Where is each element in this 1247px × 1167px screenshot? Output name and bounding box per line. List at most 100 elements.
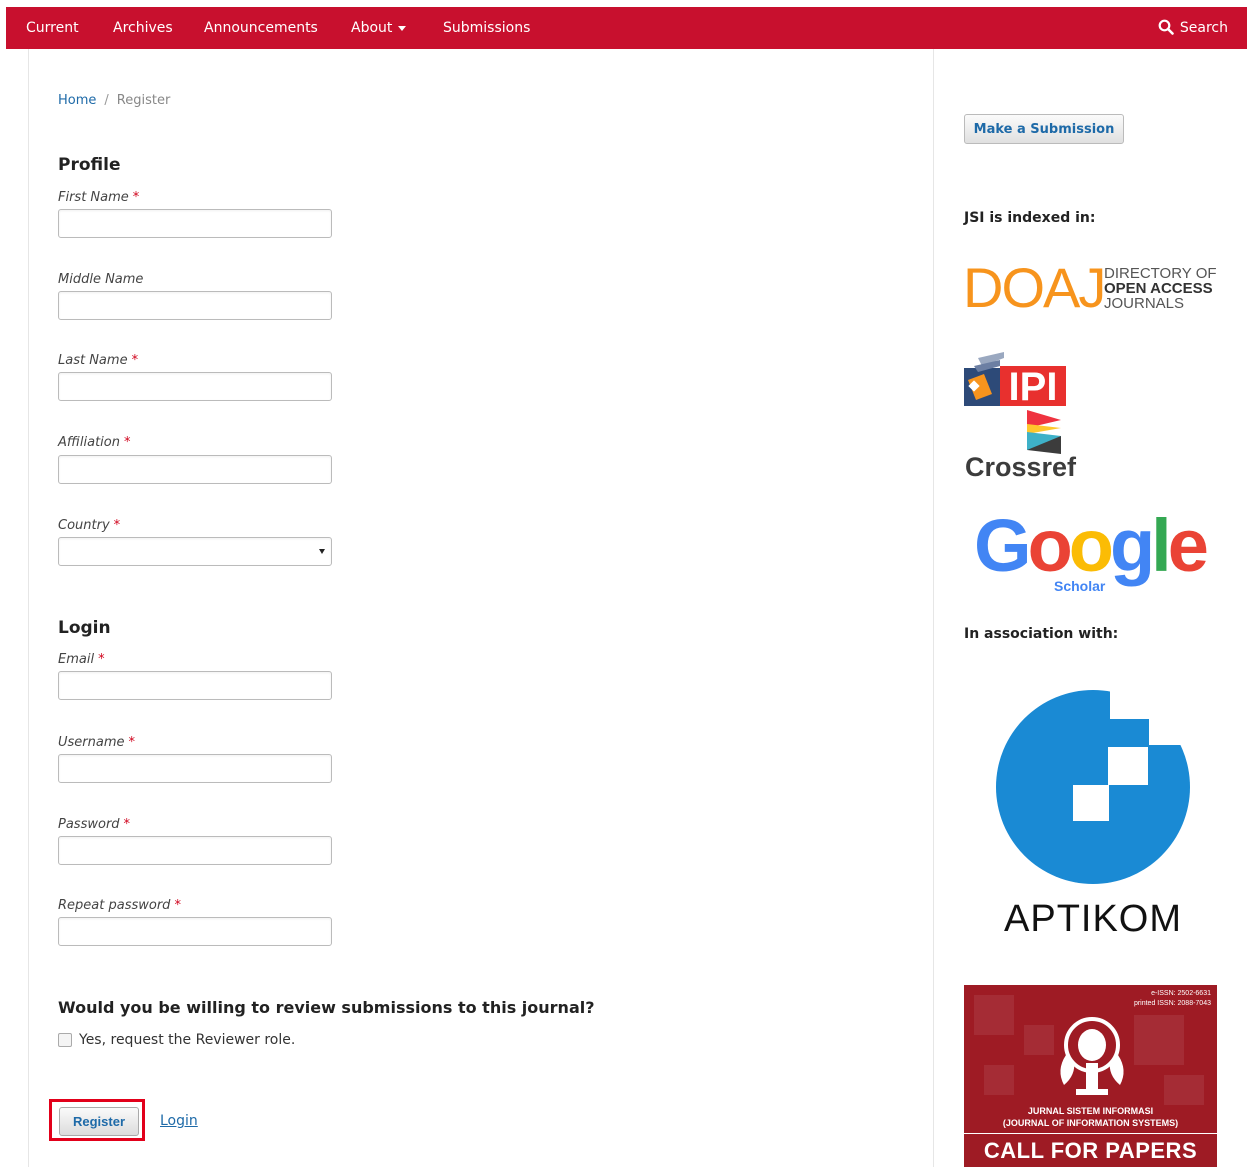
poster-pattern bbox=[1024, 1025, 1054, 1055]
crossref-logo[interactable]: Crossref bbox=[965, 410, 1077, 486]
affiliation-input[interactable] bbox=[58, 455, 332, 484]
required-mark: * bbox=[113, 518, 121, 533]
poster-journal-title: JURNAL SISTEM INFORMASI (JOURNAL OF INFO… bbox=[964, 1105, 1217, 1129]
required-mark: * bbox=[123, 817, 131, 832]
doaj-line3: JOURNALS bbox=[1104, 295, 1185, 312]
content-border-left bbox=[28, 49, 29, 1167]
nav-about[interactable]: About bbox=[351, 7, 407, 49]
call-for-papers-banner[interactable]: e-ISSN: 2502-6631 printed ISSN: 2088-704… bbox=[964, 985, 1217, 1167]
nav-about-label: About bbox=[351, 20, 393, 36]
password-label: Password * bbox=[58, 817, 130, 832]
first-name-label: First Name * bbox=[58, 190, 139, 205]
middle-name-label: Middle Name bbox=[58, 272, 144, 287]
google-letter-g2: g bbox=[1109, 504, 1155, 587]
country-label: Country * bbox=[58, 518, 120, 533]
first-name-label-text: First Name bbox=[58, 190, 129, 205]
breadcrumb: Home / Register bbox=[58, 93, 170, 108]
last-name-label: Last Name * bbox=[58, 353, 138, 368]
aptikom-mark-icon bbox=[996, 685, 1192, 884]
crossref-mark-icon bbox=[1027, 410, 1061, 454]
required-mark: * bbox=[128, 735, 136, 750]
first-name-input[interactable] bbox=[58, 209, 332, 238]
register-button[interactable]: Register bbox=[59, 1107, 139, 1136]
search-button[interactable]: Search bbox=[1158, 7, 1228, 49]
affiliation-label: Affiliation * bbox=[58, 435, 130, 450]
poster-cfp-text: CALL FOR PAPERS bbox=[983, 1138, 1198, 1163]
last-name-label-text: Last Name bbox=[58, 353, 128, 368]
poster-pattern bbox=[974, 995, 1014, 1035]
country-label-text: Country bbox=[58, 518, 110, 533]
required-mark: * bbox=[98, 652, 105, 667]
repeat-password-label-text: Repeat password bbox=[58, 898, 171, 913]
poster-pattern bbox=[984, 1065, 1014, 1095]
doaj-line2: OPEN ACCESS bbox=[1104, 280, 1213, 297]
password-input[interactable] bbox=[58, 836, 332, 865]
google-letter-e: e bbox=[1167, 504, 1209, 587]
middle-name-input[interactable] bbox=[58, 291, 332, 320]
nav-submissions[interactable]: Submissions bbox=[443, 7, 530, 49]
required-mark: * bbox=[123, 435, 131, 450]
google-scholar-label: Scholar bbox=[1054, 578, 1106, 594]
aptikom-wordmark: APTIKOM bbox=[1004, 898, 1183, 940]
search-icon bbox=[1158, 19, 1174, 35]
indexed-heading: JSI is indexed in: bbox=[964, 210, 1096, 226]
nav-announcements[interactable]: Announcements bbox=[204, 7, 318, 49]
login-heading: Login bbox=[58, 618, 111, 638]
poster-pissn: printed ISSN: 2088-7043 bbox=[1133, 1000, 1211, 1007]
select-caret-icon bbox=[319, 549, 325, 554]
top-nav: Current Archives Announcements About Sub… bbox=[6, 7, 1247, 49]
sidebar-border bbox=[933, 49, 934, 1167]
ipi-logo[interactable]: IPI bbox=[964, 352, 1066, 409]
search-label: Search bbox=[1179, 20, 1228, 36]
required-mark: * bbox=[131, 353, 139, 368]
ipi-logo-graphic: IPI bbox=[964, 352, 1066, 409]
country-select[interactable] bbox=[58, 537, 332, 566]
poster-issn: e-ISSN: 2502-6631 printed ISSN: 2088-704… bbox=[1134, 989, 1211, 1009]
reviewer-role-checkbox[interactable] bbox=[58, 1033, 72, 1047]
nav-current[interactable]: Current bbox=[26, 7, 79, 49]
profile-heading: Profile bbox=[58, 155, 121, 175]
reviewer-question: Would you be willing to review submissio… bbox=[58, 998, 595, 1017]
crossref-wordmark: Crossref bbox=[965, 452, 1077, 482]
aptikom-logo[interactable] bbox=[994, 685, 1192, 885]
username-input[interactable] bbox=[58, 754, 332, 783]
poster-pattern bbox=[1164, 1075, 1204, 1105]
doaj-line1: DIRECTORY OF bbox=[1104, 265, 1217, 282]
poster-title-line1: JURNAL SISTEM INFORMASI bbox=[1027, 1106, 1154, 1116]
poster-pattern bbox=[1134, 1015, 1184, 1065]
required-mark: * bbox=[132, 190, 140, 205]
doaj-wordmark: DOAJ bbox=[963, 256, 1106, 319]
username-label-text: Username bbox=[58, 735, 125, 750]
email-input[interactable] bbox=[58, 671, 332, 700]
poster-title-line2: (JOURNAL OF INFORMATION SYSTEMS) bbox=[1002, 1118, 1179, 1128]
password-label-text: Password bbox=[58, 817, 120, 832]
reviewer-role-label[interactable]: Yes, request the Reviewer role. bbox=[79, 1032, 295, 1048]
doaj-subtitle: DIRECTORY OF OPEN ACCESS JOURNALS bbox=[1104, 266, 1217, 311]
chevron-down-icon bbox=[398, 25, 407, 31]
poster-divider bbox=[964, 1133, 1217, 1134]
breadcrumb-home-link[interactable]: Home bbox=[58, 93, 96, 108]
email-label-text: Email bbox=[58, 652, 95, 667]
email-label: Email * bbox=[58, 652, 105, 667]
google-wordmark: Google bbox=[974, 504, 1209, 587]
google-letter-l: l bbox=[1151, 504, 1171, 587]
google-letter-o2: o bbox=[1068, 504, 1114, 587]
nav-archives[interactable]: Archives bbox=[113, 7, 173, 49]
poster-eissn: e-ISSN: 2502-6631 bbox=[1151, 990, 1211, 997]
last-name-input[interactable] bbox=[58, 372, 332, 401]
google-letter-o1: o bbox=[1027, 504, 1073, 587]
google-letter-g: G bbox=[974, 504, 1032, 587]
required-mark: * bbox=[174, 898, 181, 913]
username-label: Username * bbox=[58, 735, 135, 750]
breadcrumb-separator: / bbox=[104, 93, 109, 108]
makara-emblem-icon bbox=[1060, 1017, 1124, 1095]
make-submission-button[interactable]: Make a Submission bbox=[964, 114, 1124, 144]
affiliation-label-text: Affiliation bbox=[58, 435, 120, 450]
login-link[interactable]: Login bbox=[160, 1113, 198, 1129]
breadcrumb-current: Register bbox=[116, 93, 171, 108]
ipi-text: IPI bbox=[1009, 365, 1058, 408]
association-heading: In association with: bbox=[964, 626, 1119, 642]
repeat-password-input[interactable] bbox=[58, 917, 332, 946]
google-scholar-logo[interactable]: Google Scholar bbox=[974, 506, 1214, 598]
repeat-password-label: Repeat password * bbox=[58, 898, 181, 913]
